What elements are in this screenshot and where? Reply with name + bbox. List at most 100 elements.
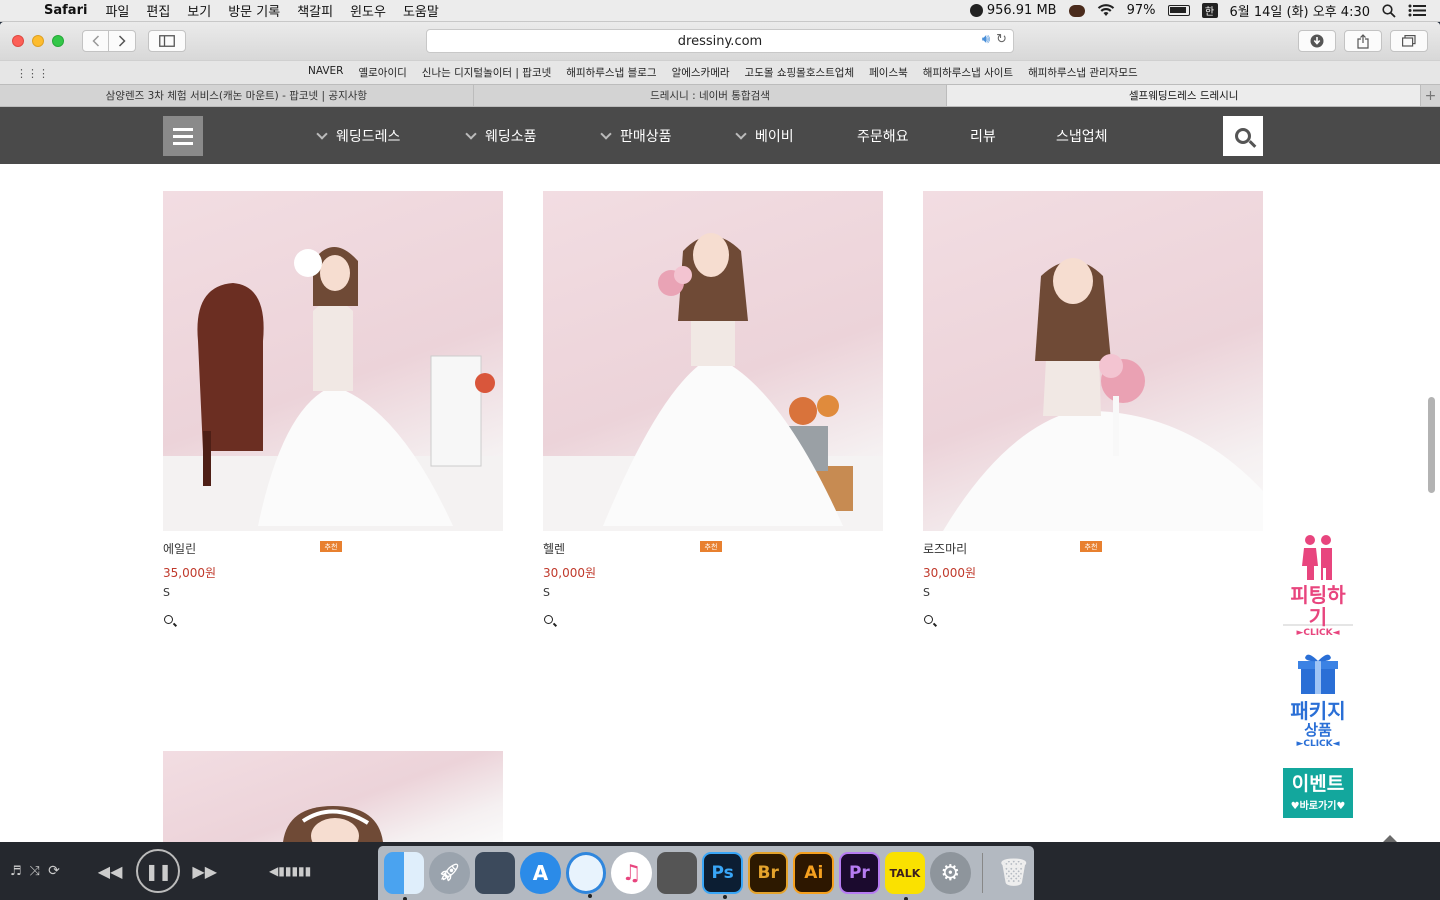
zoom-window-button[interactable] [52,35,64,47]
premiere-icon[interactable]: Pr [839,852,880,894]
dock-divider [981,853,983,893]
gift-box-icon [1298,654,1338,694]
site-search-button[interactable] [1223,116,1263,156]
volume-icon[interactable]: ◀▮▮▮▮▮ [269,864,311,878]
scroll-top-button[interactable] [1372,832,1408,842]
product-name[interactable]: 에일린 [163,540,196,557]
bookmark-happy-blog[interactable]: 해피하루스냅 블로그 [566,65,656,80]
nav-baby[interactable]: 베이비 [735,107,794,164]
illustrator-icon[interactable]: Ai [793,852,835,894]
bookmark-popco[interactable]: 신나는 디지털놀이터 | 팝코넷 [422,65,551,80]
app-menu[interactable]: Safari [44,3,87,18]
bookmark-naver[interactable]: NAVER [308,65,343,80]
chat-bubble-icon[interactable] [1068,4,1085,17]
zoom-icon[interactable] [544,615,553,624]
app-store-icon[interactable]: A [520,852,561,894]
menu-file[interactable]: 파일 [105,1,129,20]
fitting-banner[interactable]: 피팅하기 ►CLICK◄ [1283,532,1353,638]
address-bar[interactable]: dressiny.com 🔊︎ ↻ [426,29,1014,53]
clock[interactable]: 6월 14일 (화) 오후 4:30 [1230,1,1370,20]
repeat-icon[interactable]: ⟳ [48,863,60,879]
minimize-window-button[interactable] [32,35,44,47]
menu-history[interactable]: 방문 기록 [228,1,280,20]
menu-help[interactable]: 도움말 [403,1,439,20]
couple-icon [1302,535,1332,580]
product-image[interactable] [923,191,1263,531]
bookmark-rs-camera[interactable]: 알에스카메라 [672,65,730,80]
bookmark-godomall[interactable]: 고도몰 쇼핑몰호스트업체 [745,65,855,80]
product-image[interactable] [163,751,503,842]
menu-bookmarks[interactable]: 책갈피 [297,1,333,20]
product-image[interactable] [543,191,883,531]
tab-naver-search[interactable]: 드레시니 : 네이버 통합검색 [474,85,948,106]
input-source-icon[interactable]: 한 [1201,3,1218,18]
fast-forward-icon[interactable]: ▶▶ [192,862,217,881]
product-size: S [923,586,930,599]
package-banner[interactable]: 패키지 상품 ►CLICK◄ [1283,650,1353,758]
safari-icon[interactable] [565,852,607,898]
photo-viewer-icon[interactable] [474,852,516,894]
shuffle-icon[interactable]: ⤨ [30,864,40,879]
nav-snap-studio[interactable]: 스냅업체 [1056,107,1108,164]
camera-app-icon[interactable] [656,852,698,894]
tab-overview-button[interactable] [1390,30,1428,52]
nav-order[interactable]: 주문해요 [857,107,909,164]
nav-wedding-props[interactable]: 웨딩소품 [465,107,537,164]
system-preferences-icon[interactable]: ⚙︎ [930,852,971,894]
sidebar-toggle-button[interactable] [148,30,186,52]
photoshop-icon[interactable]: Ps [702,852,743,899]
memory-value: 956.91 MB [986,3,1057,18]
bridge-icon[interactable]: Br [747,852,789,894]
zoom-icon[interactable] [164,615,173,624]
bookmark-happy-admin[interactable]: 해피하루스냅 관리자모드 [1028,65,1138,80]
menu-window[interactable]: 윈도우 [350,1,386,20]
music-note-icon[interactable]: ♬ [10,864,22,879]
nav-wedding-dress[interactable]: 웨딩드레스 [316,107,400,164]
product-image[interactable] [163,191,503,531]
rewind-icon[interactable]: ◀◀ [98,862,123,881]
memory-icon [969,4,983,17]
share-button[interactable] [1344,30,1382,52]
bookmark-yellowid[interactable]: 옐로아이디 [358,65,406,80]
reload-icon[interactable]: ↻ [996,32,1007,47]
finder-icon[interactable] [384,852,425,900]
nav-sale-items[interactable]: 판매상품 [600,107,672,164]
sidebar-icon [159,35,175,47]
product-grid: 에일린 추천 35,000원 S 헬렌 추천 30,000원 S 로즈마리 추천… [0,164,1440,842]
memory-monitor[interactable]: 956.91 MB [969,3,1057,18]
product-name[interactable]: 로즈마리 [923,540,967,557]
chevron-down-icon [465,127,477,140]
bookmark-happy-site[interactable]: 해피하루스냅 사이트 [923,65,1013,80]
new-tab-button[interactable]: + [1421,85,1440,106]
itunes-icon[interactable]: ♫ [611,852,652,894]
downloads-button[interactable] [1298,30,1336,52]
wifi-icon[interactable] [1097,4,1115,17]
product-name[interactable]: 헬렌 [543,540,565,557]
zoom-icon[interactable] [924,615,933,624]
product-price: 30,000원 [543,566,597,580]
battery-icon[interactable] [1167,5,1190,16]
notification-center-icon[interactable] [1408,4,1426,17]
fitting-click: ►CLICK◄ [1296,628,1340,638]
tab-popco-notice[interactable]: 삼양렌즈 3차 체험 서비스(캐논 마운트) - 팝코넷 | 공지사항 [0,85,474,106]
event-banner[interactable]: 이벤트 ♥바로가기♥ [1283,768,1353,818]
pause-button[interactable]: ❚❚ [136,849,181,893]
audio-playing-icon[interactable]: 🔊︎ [982,32,990,47]
page-scrollbar[interactable] [1428,397,1435,493]
trash-icon[interactable]: 🗑︎ [994,852,1034,894]
product-price: 30,000원 [923,566,977,580]
tab-dressiny[interactable]: 셀프웨딩드레스 드레시니 [947,85,1422,106]
menu-edit[interactable]: 편집 [146,1,170,20]
forward-button[interactable] [109,30,136,52]
nav-review[interactable]: 리뷰 [970,107,996,164]
bookmark-facebook[interactable]: 페이스북 [869,65,908,80]
top-sites-grid-icon[interactable]: ⋮⋮⋮ [16,67,49,80]
kakaotalk-icon[interactable]: TALK [884,852,926,900]
launchpad-icon[interactable]: 🚀︎ [429,852,470,894]
close-window-button[interactable] [12,35,24,47]
site-nav: 웨딩드레스 웨딩소품 판매상품 베이비 주문해요 리뷰 스냅업체 [0,107,1440,164]
spotlight-icon[interactable] [1382,3,1396,18]
back-button[interactable] [82,30,109,52]
menu-view[interactable]: 보기 [187,1,211,20]
bookmarks-bar: ⋮⋮⋮ NAVER 옐로아이디 신나는 디지털놀이터 | 팝코넷 해피하루스냅 … [0,60,1440,84]
